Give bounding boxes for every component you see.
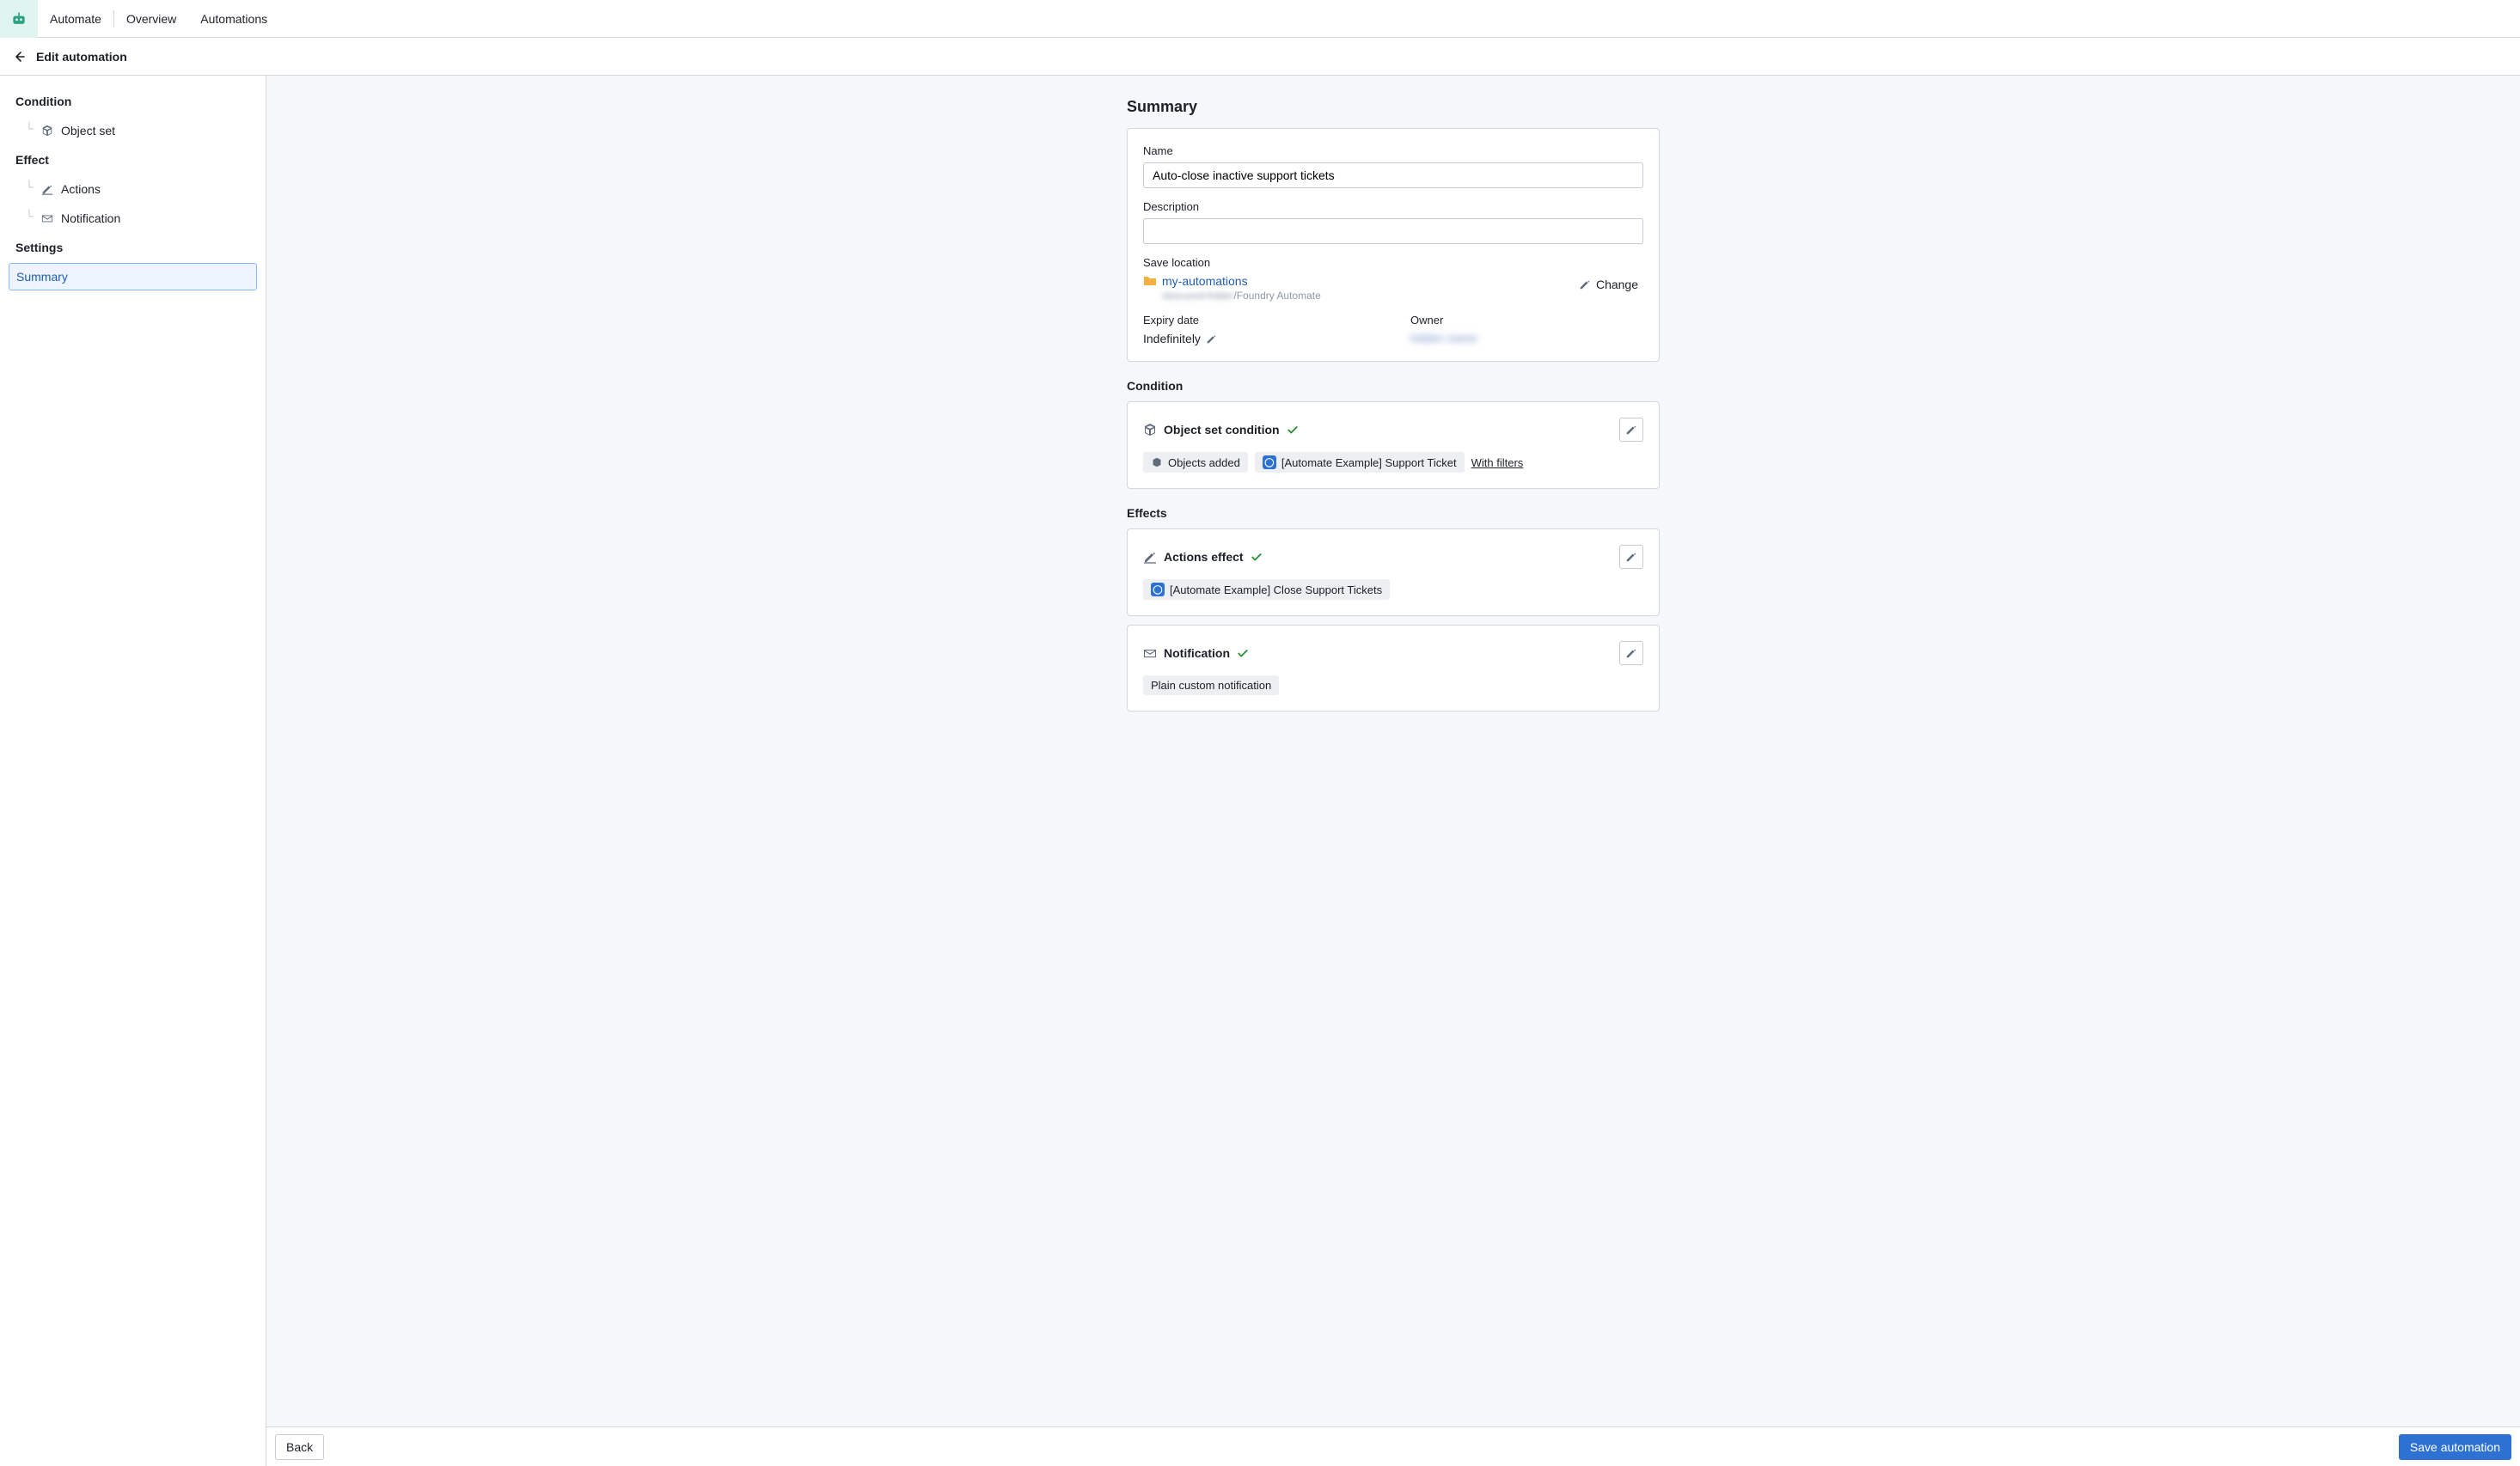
check-icon: [1251, 551, 1263, 563]
owner-label: Owner: [1410, 314, 1643, 327]
save-location-path: obscured-folder/Foundry Automate: [1162, 290, 1321, 302]
folder-icon: [1143, 274, 1157, 288]
tag-notification-type: Plain custom notification: [1143, 675, 1279, 695]
check-icon: [1237, 647, 1249, 659]
pencil-icon: [1206, 333, 1217, 345]
tag-with-filters[interactable]: With filters: [1471, 452, 1532, 473]
edit-notification-button[interactable]: [1619, 641, 1643, 665]
pencil-icon: [1625, 647, 1637, 659]
content-wrap: Summary Name Description Save location: [266, 76, 2520, 1466]
save-location-label: Save location: [1143, 256, 1643, 269]
name-input[interactable]: [1143, 162, 1643, 188]
subheader-title: Edit automation: [36, 50, 127, 64]
content-inner: Summary Name Description Save location: [1127, 93, 1660, 1401]
arrow-left-icon: [12, 50, 26, 64]
envelope-icon: [40, 211, 54, 225]
sidebar-item-label: Object set: [61, 124, 115, 137]
tag-label: With filters: [1471, 456, 1524, 469]
pencil-icon: [1625, 424, 1637, 436]
owner-value: hidden owner: [1410, 332, 1643, 345]
page-title: Summary: [1127, 98, 1660, 116]
path-hidden-segment: obscured-folder: [1162, 290, 1233, 302]
expiry-label: Expiry date: [1143, 314, 1376, 327]
cube-icon: [1143, 423, 1157, 437]
envelope-icon: [1143, 646, 1157, 660]
name-label: Name: [1143, 144, 1643, 157]
tag-label: [Automate Example] Close Support Tickets: [1170, 583, 1382, 596]
effects-heading: Effects: [1127, 506, 1660, 520]
folder-link[interactable]: my-automations: [1162, 274, 1248, 288]
notification-card-title: Notification: [1164, 646, 1230, 660]
sidebar-item-object-set[interactable]: └ Object set: [21, 117, 257, 144]
topbar: Automate Overview Automations: [0, 0, 2520, 38]
description-input[interactable]: [1143, 218, 1643, 244]
tree-mark-icon: └: [25, 121, 34, 135]
object-badge-icon: ◯: [1263, 455, 1276, 469]
sidebar-item-summary[interactable]: Summary: [9, 263, 257, 290]
summary-card: Name Description Save location: [1127, 128, 1660, 362]
sidebar-item-label: Notification: [61, 211, 120, 225]
sidebar-item-actions[interactable]: └ Actions: [21, 175, 257, 203]
tree-mark-icon: └: [25, 180, 34, 193]
sidebar-item-label: Actions: [61, 182, 101, 196]
layout: Condition └ Object set Effect └ Actions …: [0, 76, 2520, 1466]
sidebar-item-label: Summary: [16, 270, 68, 284]
nav-overview[interactable]: Overview: [114, 0, 188, 38]
nav-automations[interactable]: Automations: [188, 0, 279, 38]
description-label: Description: [1143, 200, 1643, 213]
condition-card: Object set condition: [1127, 401, 1660, 489]
actions-card-title: Actions effect: [1164, 550, 1244, 564]
sidebar-section-condition: Condition: [9, 88, 257, 115]
footer: Back Save automation: [266, 1426, 2520, 1466]
tag-action-name: ◯ [Automate Example] Close Support Ticke…: [1143, 579, 1390, 600]
edit-expiry-button[interactable]: [1206, 333, 1217, 345]
check-icon: [1287, 424, 1299, 436]
tag-label: Plain custom notification: [1151, 679, 1271, 692]
back-arrow-button[interactable]: [12, 50, 26, 64]
sidebar-section-settings: Settings: [9, 234, 257, 261]
sidebar: Condition └ Object set Effect └ Actions …: [0, 76, 266, 1466]
nav-brand[interactable]: Automate: [38, 0, 113, 38]
tag-label: [Automate Example] Support Ticket: [1281, 456, 1457, 469]
path-suffix: /Foundry Automate: [1233, 290, 1320, 302]
pencil-icon: [1579, 278, 1591, 290]
condition-card-title: Object set condition: [1164, 423, 1280, 437]
tree-mark-icon: └: [25, 209, 34, 223]
edit-actions-button[interactable]: [1619, 545, 1643, 569]
save-location-folder: my-automations: [1143, 274, 1321, 288]
condition-heading: Condition: [1127, 379, 1660, 393]
actions-icon: [40, 182, 54, 196]
change-location-button[interactable]: Change: [1574, 274, 1643, 295]
app-logo: [0, 0, 38, 38]
tag-label: Objects added: [1168, 456, 1240, 469]
subheader: Edit automation: [0, 38, 2520, 76]
edit-condition-button[interactable]: [1619, 418, 1643, 442]
back-button[interactable]: Back: [275, 1434, 324, 1460]
robot-icon: [10, 10, 28, 27]
tag-objects-added: Objects added: [1143, 452, 1248, 473]
pencil-icon: [1625, 551, 1637, 563]
tag-object-type: ◯ [Automate Example] Support Ticket: [1255, 452, 1465, 473]
save-automation-button[interactable]: Save automation: [2399, 1434, 2511, 1460]
object-badge-icon: ◯: [1151, 583, 1165, 596]
cube-icon: [40, 124, 54, 137]
sidebar-item-notification[interactable]: └ Notification: [21, 205, 257, 232]
expiry-value: Indefinitely: [1143, 332, 1201, 345]
sidebar-section-effect: Effect: [9, 146, 257, 174]
cube-icon: [1151, 456, 1163, 468]
actions-card: Actions effect ◯ [Automate Example]: [1127, 528, 1660, 616]
content-scroll: Summary Name Description Save location: [266, 76, 2520, 1426]
change-label: Change: [1596, 278, 1638, 291]
notification-card: Notification Plain custom notification: [1127, 625, 1660, 712]
actions-icon: [1143, 550, 1157, 564]
